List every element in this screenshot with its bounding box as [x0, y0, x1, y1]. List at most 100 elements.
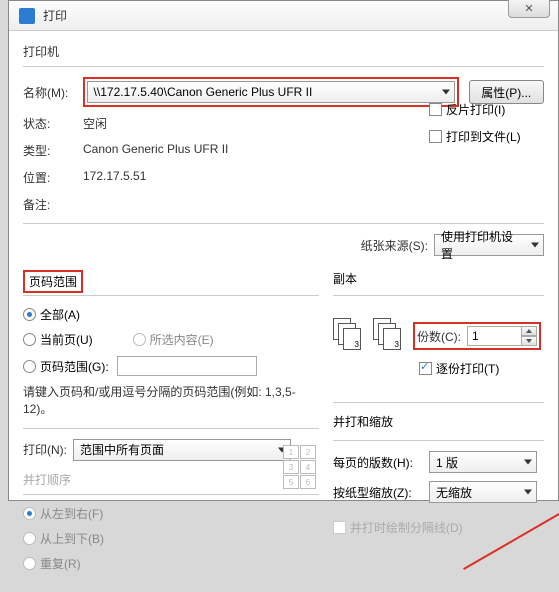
draw-border-label: 并打时绘制分隔线(D)	[350, 519, 463, 536]
order-ttb-label: 从上到下(B)	[40, 530, 104, 547]
pages-per-label: 每页的版数(H):	[333, 454, 423, 471]
thumb-cell: 2	[300, 445, 316, 459]
order-ttb-row: 从上到下(B)	[23, 530, 319, 547]
draw-border-row: 并打时绘制分隔线(D)	[333, 519, 544, 536]
range-current-row[interactable]: 当前页(U)	[23, 331, 93, 348]
printer-section: 打印机 名称(M): \\172.17.5.40\Canon Generic P…	[23, 43, 544, 213]
content: 打印机 名称(M): \\172.17.5.40\Canon Generic P…	[9, 31, 558, 592]
range-pages-input[interactable]	[117, 356, 257, 376]
order-title: 并打顺序	[23, 471, 319, 488]
range-all-radio[interactable]	[23, 308, 36, 321]
scale-select[interactable]: 无缩放	[429, 481, 537, 503]
paper-source-row: 纸张来源(S): 使用打印机设置	[23, 234, 544, 256]
thumb-cell: 3	[283, 460, 299, 474]
collate-icon: 1 2 3	[373, 318, 403, 354]
thumb-cell: 5	[283, 475, 299, 489]
order-ltr-radio	[23, 507, 36, 520]
range-all-label: 全部(A)	[40, 306, 80, 323]
printer-section-title: 打印机	[23, 43, 544, 60]
copies-input[interactable]	[467, 326, 521, 346]
status-label: 状态:	[23, 115, 83, 132]
pages-per-select[interactable]: 1 版	[429, 451, 537, 473]
order-repeat-label: 重复(R)	[40, 555, 81, 572]
range-selection-row: 所选内容(E)	[133, 331, 214, 348]
titlebar: 打印 ✕	[9, 1, 558, 31]
divider	[23, 494, 319, 495]
chevron-down-icon	[524, 490, 532, 495]
print-to-file-label: 打印到文件(L)	[446, 128, 521, 145]
where-value: 172.17.5.51	[83, 169, 146, 186]
highlight-box-name: \\172.17.5.40\Canon Generic Plus UFR II	[83, 77, 459, 107]
flip-print-row[interactable]: 反片打印(I)	[429, 101, 521, 118]
order-ltr-row: 从左到右(F)	[23, 505, 319, 522]
order-repeat-radio	[23, 557, 36, 570]
divider	[333, 440, 544, 441]
range-pages-label: 页码范围(G):	[40, 358, 109, 375]
highlight-box-range: 页码范围	[23, 270, 83, 293]
printer-name-value: \\172.17.5.40\Canon Generic Plus UFR II	[94, 85, 313, 99]
copies-spinner[interactable]	[467, 326, 537, 346]
print-to-file-checkbox[interactable]	[429, 130, 442, 143]
order-thumbnail-grid: 1 2 3 4 5 6	[283, 445, 316, 489]
order-repeat-row: 重复(R)	[23, 555, 319, 572]
collate-checkbox[interactable]	[419, 362, 432, 375]
print-to-file-row[interactable]: 打印到文件(L)	[429, 128, 521, 145]
paper-source-select[interactable]: 使用打印机设置	[434, 234, 544, 256]
range-selection-radio	[133, 333, 146, 346]
copies-title: 副本	[333, 270, 544, 287]
paper-source-label: 纸张来源(S):	[361, 237, 428, 254]
chevron-down-icon	[524, 460, 532, 465]
print-what-label: 打印(N):	[23, 441, 67, 458]
divider	[23, 428, 319, 429]
range-title: 页码范围	[29, 273, 77, 290]
right-column: 副本 1 2 3 1 2 3	[333, 270, 544, 580]
right-options: 反片打印(I) 打印到文件(L)	[429, 101, 521, 155]
thumb-cell: 1	[283, 445, 299, 459]
range-hint: 请键入页码和/或用逗号分隔的页码范围(例如: 1,3,5-12)。	[23, 384, 319, 418]
close-button[interactable]: ✕	[508, 0, 550, 18]
scale-value: 无缩放	[436, 484, 472, 501]
order-ltr-label: 从左到右(F)	[40, 505, 103, 522]
range-pages-radio[interactable]	[23, 360, 36, 373]
printer-name-select[interactable]: \\172.17.5.40\Canon Generic Plus UFR II	[87, 81, 455, 103]
collate-row[interactable]: 逐份打印(T)	[419, 360, 544, 377]
thumb-cell: 6	[300, 475, 316, 489]
flip-print-label: 反片打印(I)	[446, 101, 505, 118]
range-selection-label: 所选内容(E)	[150, 331, 214, 348]
comment-label: 备注:	[23, 196, 83, 213]
print-what-value: 范围中所有页面	[80, 441, 164, 458]
pages-per-value: 1 版	[436, 454, 458, 471]
draw-border-checkbox	[333, 521, 346, 534]
scale-label: 按纸型缩放(Z):	[333, 484, 423, 501]
collate-label: 逐份打印(T)	[436, 360, 499, 377]
paper-source-value: 使用打印机设置	[441, 228, 523, 262]
collate-icon: 1 2 3	[333, 318, 363, 354]
app-icon	[19, 8, 35, 24]
divider	[333, 402, 544, 403]
chevron-down-icon	[531, 243, 539, 248]
range-pages-row[interactable]: 页码范围(G):	[23, 356, 319, 376]
left-column: 页码范围 全部(A) 当前页(U) 所选内容(E)	[23, 270, 319, 580]
spin-up-button[interactable]	[521, 326, 537, 336]
type-label: 类型:	[23, 142, 83, 159]
range-current-label: 当前页(U)	[40, 331, 93, 348]
order-ttb-radio	[23, 532, 36, 545]
thumb-cell: 4	[300, 460, 316, 474]
highlight-box-copies: 份数(C):	[413, 322, 541, 350]
range-all-row[interactable]: 全部(A)	[23, 306, 319, 323]
flip-print-checkbox[interactable]	[429, 103, 442, 116]
divider	[23, 295, 319, 296]
window-title: 打印	[43, 7, 548, 24]
print-dialog: 打印 ✕ 打印机 名称(M): \\172.17.5.40\Canon Gene…	[8, 0, 559, 501]
status-value: 空闲	[83, 115, 107, 132]
chevron-down-icon	[442, 90, 450, 95]
divider	[23, 223, 544, 224]
spin-down-button[interactable]	[521, 336, 537, 346]
where-label: 位置:	[23, 169, 83, 186]
print-what-select[interactable]: 范围中所有页面	[73, 439, 291, 461]
range-current-radio[interactable]	[23, 333, 36, 346]
scale-title: 并打和缩放	[333, 413, 544, 430]
divider	[23, 66, 544, 67]
printer-name-label: 名称(M):	[23, 84, 83, 101]
type-value: Canon Generic Plus UFR II	[83, 142, 228, 159]
